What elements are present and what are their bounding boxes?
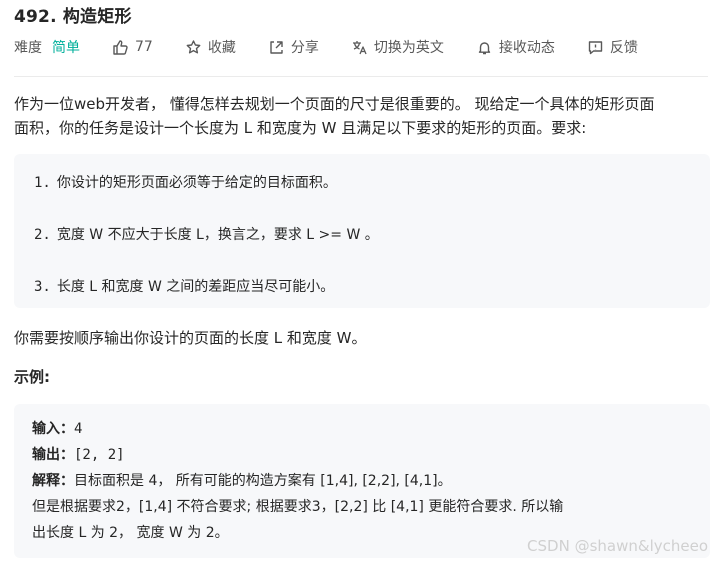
problem-toolbar: 难度 简单 77 收藏 分享 切换为英文 接收动态 反馈 <box>14 36 670 58</box>
requirement-item: 2. 宽度 W 不应大于长度 L，换言之，要求 L >= W 。 <box>34 224 379 244</box>
input-key: 输入： <box>32 421 74 437</box>
switch-language-label: 切换为英文 <box>373 40 444 56</box>
requirement-text: 长度 L 和宽度 W 之间的差距应当尽可能小。 <box>56 279 335 295</box>
subscribe-button[interactable]: 接收动态 <box>476 37 555 57</box>
favorite-button[interactable]: 收藏 <box>185 37 236 57</box>
bell-icon <box>476 39 493 56</box>
input-value: 4 <box>74 421 83 437</box>
explanation-key: 解释： <box>32 473 74 489</box>
requirement-number: 3. <box>34 279 51 295</box>
favorite-label: 收藏 <box>207 40 236 56</box>
csdn-watermark: CSDN @shawn&lycheeo <box>527 537 708 555</box>
share-icon <box>268 39 285 56</box>
feedback-button[interactable]: 反馈 <box>587 37 638 57</box>
explanation-line-1: 目标面积是 4， 所有可能的构造方案有 [1,4], [2,2], [4,1]。 <box>74 473 452 489</box>
header-divider <box>14 76 708 77</box>
feedback-label: 反馈 <box>609 40 638 56</box>
star-icon <box>185 39 202 56</box>
output-description: 你需要按顺序输出你设计的页面的长度 L 和宽度 W。 <box>14 329 367 347</box>
requirement-text: 宽度 W 不应大于长度 L，换言之，要求 L >= W 。 <box>56 227 379 243</box>
explanation-line-2: 但是根据要求2，[1,4] 不符合要求; 根据要求3，[2,2] 比 [4,1]… <box>32 499 564 515</box>
like-button[interactable]: 77 <box>112 39 153 56</box>
difficulty-value: 简单 <box>52 40 80 56</box>
example-heading: 示例: <box>14 368 50 386</box>
share-label: 分享 <box>290 40 319 56</box>
requirement-item: 3. 长度 L 和宽度 W 之间的差距应当尽可能小。 <box>34 276 334 296</box>
switch-language-button[interactable]: 切换为英文 <box>351 37 444 57</box>
output-key: 输出： <box>32 447 74 463</box>
example-output: 输出：[2, 2] <box>32 443 125 468</box>
subscribe-label: 接收动态 <box>498 40 555 56</box>
requirements-block: 1. 你设计的矩形页面必须等于给定的目标面积。 2. 宽度 W 不应大于长度 L，换… <box>14 154 710 308</box>
like-count: 77 <box>135 39 153 55</box>
requirement-number: 1. <box>34 175 51 191</box>
thumbs-up-icon <box>112 39 129 56</box>
problem-title: 492. 构造矩形 <box>14 7 132 27</box>
feedback-icon <box>587 39 604 56</box>
example-block: 输入：4 输出：[2, 2] 解释：目标面积是 4， 所有可能的构造方案有 [1… <box>14 404 710 558</box>
explanation-line-3: 出长度 L 为 2， 宽度 W 为 2。 <box>32 525 229 541</box>
requirement-number: 2. <box>34 227 51 243</box>
description-line-1: 作为一位web开发者， 懂得怎样去规划一个页面的尺寸是很重要的。 现给定一个具体… <box>14 95 655 113</box>
example-explanation: 解释：目标面积是 4， 所有可能的构造方案有 [1,4], [2,2], [4,… <box>32 469 452 494</box>
output-value: [2, 2] <box>74 447 125 463</box>
problem-description: 作为一位web开发者， 懂得怎样去规划一个页面的尺寸是很重要的。 现给定一个具体… <box>14 92 714 140</box>
requirement-text: 你设计的矩形页面必须等于给定的目标面积。 <box>56 175 337 191</box>
difficulty-label: 难度 <box>14 40 42 56</box>
translate-icon <box>351 39 368 56</box>
description-line-2: 面积，你的任务是设计一个长度为 L 和宽度为 W 且满足以下要求的矩形的页面。要… <box>14 119 587 137</box>
requirement-item: 1. 你设计的矩形页面必须等于给定的目标面积。 <box>34 172 337 192</box>
example-input: 输入：4 <box>32 417 82 442</box>
share-button[interactable]: 分享 <box>268 37 319 57</box>
